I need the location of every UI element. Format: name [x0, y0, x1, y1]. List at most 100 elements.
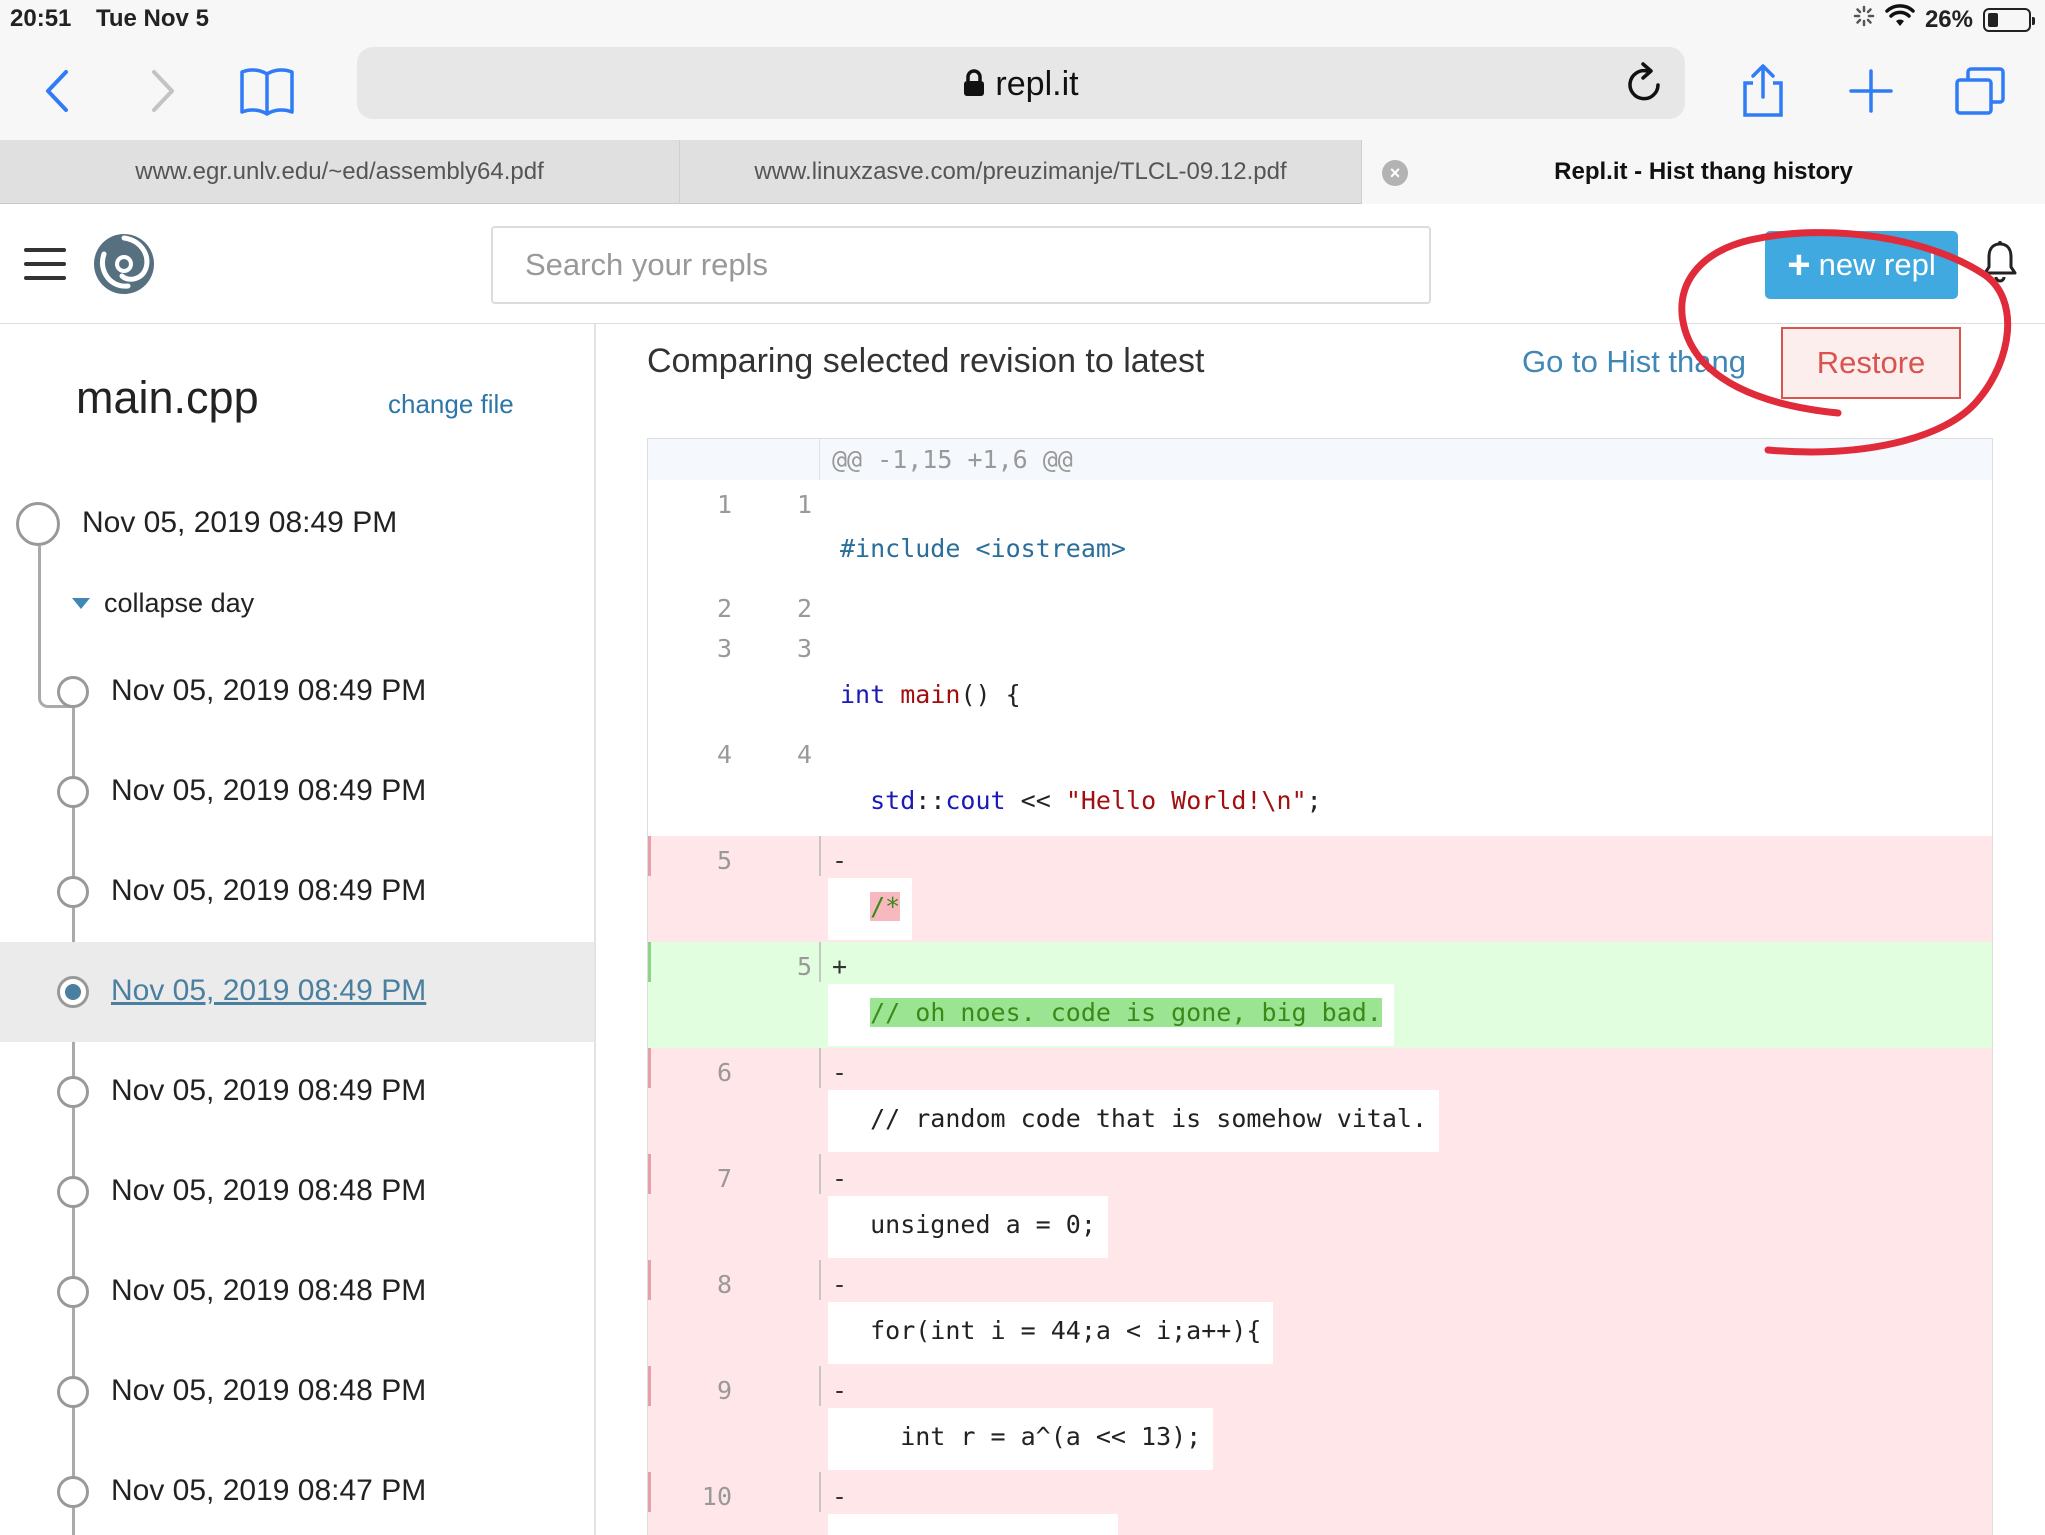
revision-item-selected[interactable]: Nov 05, 2019 08:49 PM — [0, 942, 594, 1042]
address-bar[interactable]: repl.it — [357, 47, 1685, 119]
diff-code: std::cout << "Hello World!\n"; — [870, 786, 1322, 815]
timeline-circle-icon — [57, 776, 89, 808]
revision-date: Nov 05, 2019 08:49 PM — [111, 874, 427, 907]
new-line-number: 3 — [796, 634, 812, 663]
activity-icon — [1853, 5, 1875, 34]
new-line-number: 4 — [796, 740, 812, 769]
old-line-number: 3 — [716, 634, 732, 663]
diff-code: // oh noes. code is gone, big bad. — [828, 984, 1394, 1046]
diff-marker: - — [832, 1164, 848, 1193]
diff-marker: - — [832, 1270, 848, 1299]
replit-logo[interactable] — [92, 232, 156, 301]
diff-line-deleted: 6 - // random code that is somehow vital… — [648, 1048, 1992, 1154]
battery-percent: 26% — [1924, 5, 1973, 33]
old-line-number: 6 — [716, 1058, 732, 1087]
wifi-icon — [1885, 4, 1915, 35]
timeline-circle-icon — [57, 1176, 89, 1208]
tab-title: www.linuxzasve.com/preuzimanje/TLCL-09.1… — [754, 158, 1287, 185]
diff-line: 1 1 #include <iostream> — [648, 480, 1992, 584]
close-tab-icon[interactable]: × — [1382, 160, 1408, 186]
revision-item[interactable]: Nov 05, 2019 08:49 PM — [0, 1042, 594, 1142]
browser-toolbar: repl.it — [0, 38, 2045, 140]
revision-date: Nov 05, 2019 08:48 PM — [111, 1274, 427, 1307]
timeline-selected-icon — [57, 976, 89, 1008]
plus-icon: + — [1787, 243, 1811, 287]
new-line-number: 5 — [796, 952, 812, 981]
revision-date: Nov 05, 2019 08:48 PM — [111, 1174, 427, 1207]
hunk-text: @@ -1,15 +1,6 @@ — [832, 445, 1073, 474]
timeline-circle-icon — [57, 1076, 89, 1108]
revision-date: Nov 05, 2019 08:49 PM — [82, 506, 398, 539]
browser-tab-active[interactable]: × Repl.it - Hist thang history — [1362, 140, 2045, 204]
diff-code: /* — [828, 878, 913, 940]
revision-date: Nov 05, 2019 08:47 PM — [111, 1474, 427, 1507]
diff-marker: - — [832, 1058, 848, 1087]
revision-item[interactable]: Nov 05, 2019 08:48 PM — [0, 1142, 594, 1242]
diff-hunk-header: @@ -1,15 +1,6 @@ — [648, 439, 1992, 480]
browser-tab[interactable]: www.egr.unlv.edu/~ed/assembly64.pdf — [0, 140, 680, 204]
revision-sidebar: main.cpp change file Nov 05, 2019 08:49 … — [0, 324, 596, 1535]
diff-code: #include <iostream> — [840, 534, 1126, 563]
browser-tab[interactable]: www.linuxzasve.com/preuzimanje/TLCL-09.1… — [680, 140, 1362, 204]
revision-date: Nov 05, 2019 08:48 PM — [111, 1374, 427, 1407]
caret-down-icon — [72, 598, 90, 609]
compare-title: Comparing selected revision to latest — [647, 342, 1205, 380]
revision-day-item[interactable]: Nov 05, 2019 08:49 PM — [0, 494, 596, 554]
diff-line-deleted: 9 - int r = a^(a << 13); — [648, 1366, 1992, 1472]
diff-line: 2 2 — [648, 584, 1992, 624]
new-repl-button[interactable]: + new repl — [1765, 231, 1958, 299]
forward-button[interactable] — [128, 56, 198, 126]
old-line-number: 4 — [716, 740, 732, 769]
diff-code: // random code that is somehow vital. — [828, 1090, 1439, 1152]
lock-icon — [963, 67, 985, 106]
file-name: main.cpp — [76, 372, 259, 423]
revision-item[interactable]: Nov 05, 2019 08:49 PM — [0, 842, 594, 942]
browser-tabs: www.egr.unlv.edu/~ed/assembly64.pdf www.… — [0, 140, 2045, 204]
go-to-repl-link[interactable]: Go to Hist thang — [1522, 344, 1746, 380]
revision-item[interactable]: Nov 05, 2019 08:49 PM — [0, 642, 594, 742]
collapse-day-toggle[interactable]: collapse day — [72, 588, 254, 619]
new-repl-label: new repl — [1818, 247, 1936, 282]
revision-date: Nov 05, 2019 08:49 PM — [111, 674, 427, 707]
diff-view: @@ -1,15 +1,6 @@ 1 1 #include <iostream>… — [647, 438, 1993, 1535]
timeline-circle-icon — [57, 676, 89, 708]
diff-code: int r = a^(a << 13); — [828, 1408, 1214, 1470]
timeline-circle-icon — [57, 1376, 89, 1408]
old-line-number: 5 — [716, 846, 732, 875]
collapse-label: collapse day — [104, 588, 255, 618]
bookmarks-button[interactable] — [232, 56, 302, 126]
diff-marker: - — [832, 846, 848, 875]
revision-item[interactable]: Nov 05, 2019 08:47 PM — [0, 1442, 594, 1535]
timeline-circle-icon — [57, 1476, 89, 1508]
old-line-number: 10 — [701, 1482, 732, 1511]
diff-code — [828, 1514, 1118, 1535]
old-line-number: 8 — [716, 1270, 732, 1299]
status-bar: 20:51 Tue Nov 5 26% — [0, 0, 2045, 38]
status-date: Tue Nov 5 — [96, 5, 209, 32]
timeline-circle-icon — [57, 1276, 89, 1308]
revision-item[interactable]: Nov 05, 2019 08:48 PM — [0, 1342, 594, 1442]
old-line-number: 9 — [716, 1376, 732, 1405]
change-file-link[interactable]: change file — [388, 389, 514, 420]
revision-date: Nov 05, 2019 08:49 PM — [111, 774, 427, 807]
revision-item[interactable]: Nov 05, 2019 08:49 PM — [0, 742, 594, 842]
tabs-overview-button[interactable] — [1945, 56, 2015, 126]
search-input[interactable] — [491, 226, 1431, 304]
tab-title: Repl.it - Hist thang history — [1554, 158, 1853, 185]
diff-marker: + — [832, 952, 848, 981]
back-button[interactable] — [22, 56, 92, 126]
battery-icon — [1983, 7, 2035, 32]
status-right: 26% — [1853, 4, 2035, 35]
diff-line: 4 4 std::cout << "Hello World!\n"; — [648, 730, 1992, 836]
notifications-bell-icon[interactable] — [1982, 240, 2018, 289]
share-button[interactable] — [1728, 56, 1798, 126]
diff-code: unsigned a = 0; — [828, 1196, 1108, 1258]
status-time: 20:51 — [10, 5, 72, 32]
new-tab-button[interactable] — [1836, 56, 1906, 126]
new-line-number: 1 — [796, 490, 812, 519]
restore-button[interactable]: Restore — [1781, 327, 1961, 399]
reload-icon[interactable] — [1625, 61, 1665, 110]
url-text: repl.it — [995, 65, 1079, 103]
menu-icon[interactable] — [24, 248, 66, 280]
revision-item[interactable]: Nov 05, 2019 08:48 PM — [0, 1242, 594, 1342]
